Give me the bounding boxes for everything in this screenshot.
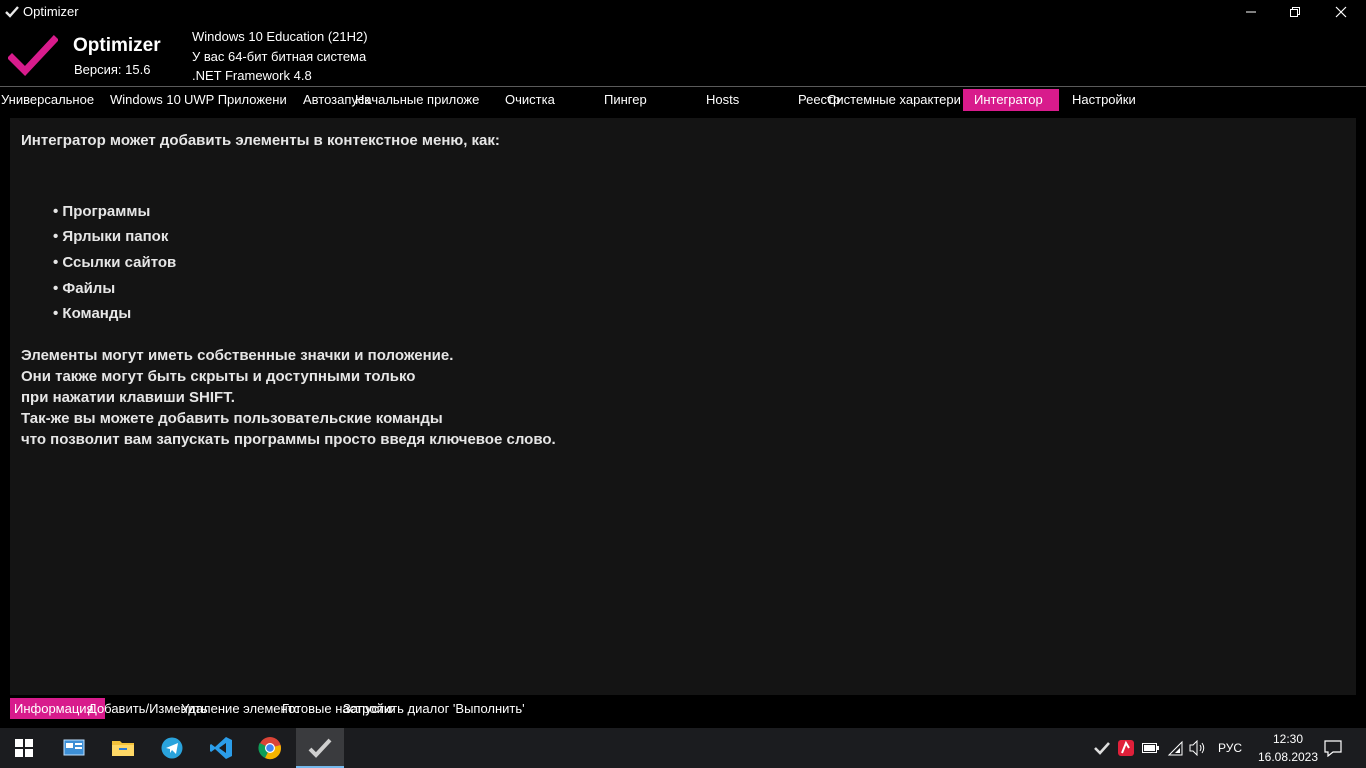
taskbar-chrome[interactable]	[246, 728, 294, 768]
framework-info: .NET Framework 4.8	[192, 68, 312, 83]
start-icon	[15, 739, 33, 757]
header-divider	[0, 86, 1366, 87]
input-language[interactable]: РУС	[1218, 741, 1242, 755]
app-name: Optimizer	[73, 35, 161, 56]
description-line: Так-же вы можете добавить пользовательск…	[21, 410, 443, 427]
main-tabs: Универсальное Windows 10 UWP Приложени А…	[0, 89, 1366, 111]
integrator-heading: Интегратор может добавить элементы в кон…	[21, 132, 500, 149]
app-version: Версия: 15.6	[74, 62, 151, 77]
file-explorer-icon	[112, 741, 134, 756]
os-info: Windows 10 Education (21H2)	[192, 29, 368, 44]
tab-integrator[interactable]: Интегратор	[963, 89, 1059, 111]
restore-icon	[1290, 7, 1300, 17]
taskbar-file-explorer[interactable]	[99, 728, 147, 768]
clock-time[interactable]: 12:30	[1266, 732, 1310, 746]
bullet-item: • Ярлыки папок	[53, 228, 169, 245]
integrator-subtabs: Информация Добавить/Изменить Удаление эл…	[10, 698, 1356, 719]
tab-pinger[interactable]: Пингер	[604, 89, 674, 111]
taskbar-optimizer[interactable]	[296, 728, 344, 768]
restore-button[interactable]	[1272, 0, 1318, 24]
close-icon	[1335, 6, 1347, 18]
taskbar-telegram[interactable]	[148, 728, 196, 768]
tab-settings[interactable]: Настройки	[1072, 89, 1152, 111]
tab-windows10[interactable]: Windows 10	[110, 89, 183, 111]
close-button[interactable]	[1318, 0, 1364, 24]
bullet-item: • Команды	[53, 305, 132, 322]
tray-antivirus[interactable]	[1116, 738, 1136, 758]
app-check-icon	[4, 4, 20, 20]
tab-hosts[interactable]: Hosts	[706, 89, 766, 111]
taskbar-vscode[interactable]	[197, 728, 245, 768]
bullet-item: • Файлы	[53, 280, 116, 297]
tab-universal[interactable]: Универсальное	[1, 89, 107, 111]
taskbar: РУС 12:30 16.08.2023	[0, 728, 1366, 768]
tab-uwp-apps[interactable]: UWP Приложени	[184, 89, 294, 111]
taskbar-control-panel[interactable]	[50, 728, 98, 768]
logo-check-icon	[8, 35, 58, 77]
chrome-icon	[258, 737, 281, 760]
tray-volume[interactable]	[1188, 738, 1208, 758]
clock-date[interactable]: 16.08.2023	[1253, 750, 1323, 764]
notifications-icon	[1324, 740, 1342, 757]
vscode-icon	[210, 737, 232, 759]
bullet-item: • Программы	[53, 203, 151, 220]
minimize-button[interactable]	[1228, 0, 1274, 24]
wifi-icon	[1167, 740, 1183, 756]
window-titlebar: Optimizer	[0, 0, 1366, 24]
description-line: при нажатии клавиши SHIFT.	[21, 389, 235, 406]
telegram-icon	[161, 737, 183, 759]
minimize-icon	[1246, 11, 1256, 13]
tab-system-specs[interactable]: Системные характери	[827, 89, 963, 111]
optimizer-tray-icon	[1094, 742, 1110, 755]
subtab-run-dialog[interactable]: Запустить диалог 'Выполнить'	[343, 698, 563, 719]
tray-optimizer[interactable]	[1092, 738, 1112, 758]
volume-icon	[1189, 740, 1205, 756]
integrator-info-panel: Интегратор может добавить элементы в кон…	[10, 118, 1356, 695]
arch-info: У вас 64-бит битная система	[192, 49, 367, 64]
description-line: что позволит вам запускать программы про…	[21, 431, 556, 448]
control-panel-icon	[63, 739, 85, 756]
tray-battery[interactable]	[1141, 738, 1161, 758]
bullet-item: • Ссылки сайтов	[53, 254, 177, 271]
battery-icon	[1142, 743, 1159, 753]
tab-cleaner[interactable]: Очистка	[505, 89, 575, 111]
antivirus-icon	[1118, 740, 1134, 756]
start-button[interactable]	[0, 728, 48, 768]
notifications-button[interactable]	[1323, 738, 1343, 758]
app-header: Optimizer Версия: 15.6 Windows 10 Educat…	[0, 24, 1366, 86]
tab-initial-apps[interactable]: Начальные приложе	[355, 89, 483, 111]
optimizer-icon	[308, 738, 332, 758]
description-line: Они также могут быть скрыты и доступными…	[21, 368, 416, 385]
tray-wifi[interactable]	[1165, 738, 1185, 758]
description-line: Элементы могут иметь собственные значки …	[21, 347, 454, 364]
window-title: Optimizer	[23, 4, 79, 19]
